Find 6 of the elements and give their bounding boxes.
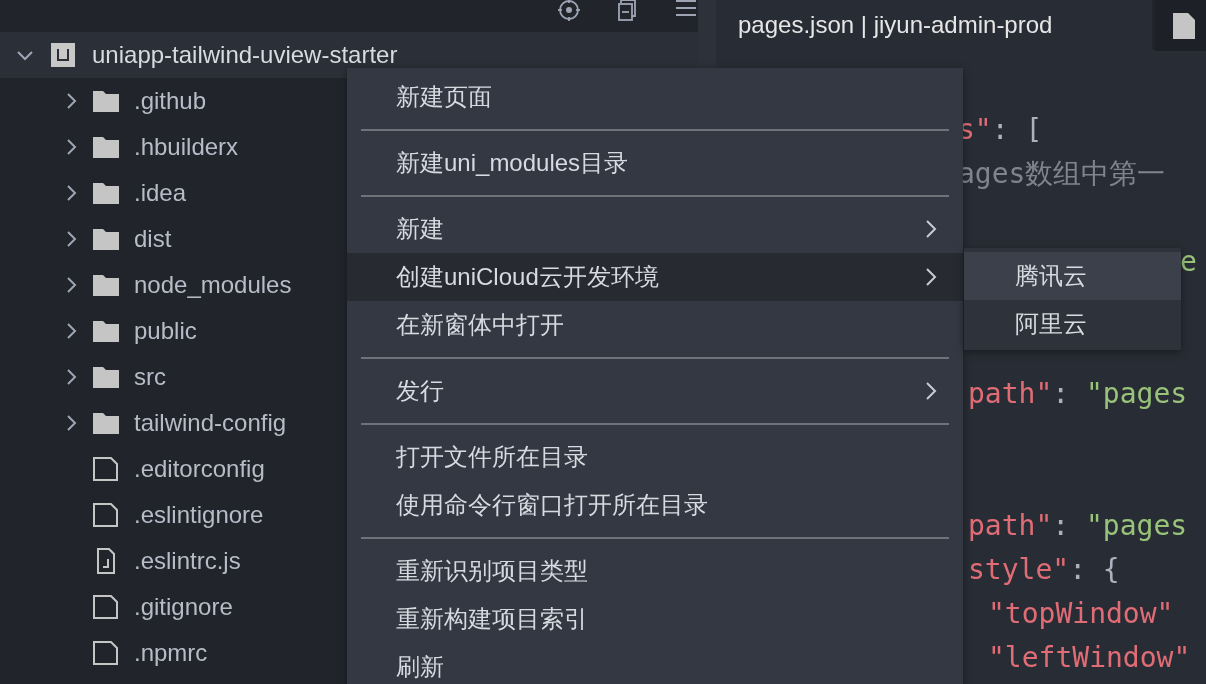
code-line: "leftWindow" (988, 640, 1191, 676)
code-line: "topWindow" (988, 596, 1174, 632)
code-line: path": "pages (968, 376, 1188, 412)
code-line: style": { (968, 552, 1120, 588)
code-line: e (1180, 244, 1197, 280)
code-line: path": "pages (968, 508, 1188, 544)
